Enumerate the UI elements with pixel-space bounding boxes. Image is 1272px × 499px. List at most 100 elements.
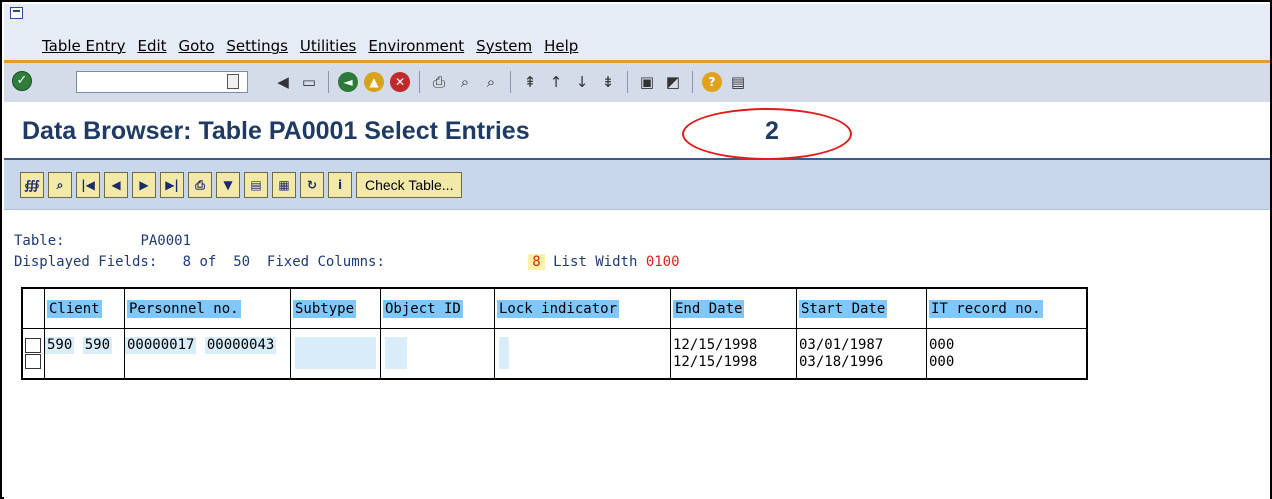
header-row: Client Personnel no. Subtype Object ID L…	[22, 288, 1087, 329]
table-cell[interactable]: 590	[45, 337, 75, 354]
back-icon[interactable]: ◀	[272, 71, 294, 93]
menu-edit[interactable]: Edit	[137, 37, 166, 55]
row-checkbox-cell	[22, 328, 45, 379]
enter-icon[interactable]: ✓	[12, 71, 32, 91]
toolbar-divider	[692, 71, 693, 93]
print-icon[interactable]: ⎙	[428, 71, 450, 93]
displayed-fields-value: 8	[182, 254, 192, 270]
start-date-cell: 03/01/1987 03/18/1996	[796, 328, 927, 379]
col-start-date[interactable]: Start Date	[796, 288, 927, 329]
col-personnel-no-label: Personnel no.	[127, 299, 241, 318]
col-client[interactable]: Client	[44, 288, 125, 329]
table-value: PA0001	[140, 233, 192, 249]
table-cell[interactable]: 590	[82, 337, 113, 354]
col-client-label: Client	[47, 299, 102, 318]
col-object-id-label: Object ID	[383, 299, 463, 318]
exit-icon[interactable]: ▲	[363, 71, 385, 93]
spreadsheet-icon[interactable]: ▦	[272, 172, 296, 198]
col-object-id[interactable]: Object ID	[380, 288, 495, 329]
table-cell[interactable]: 03/18/1996	[797, 354, 926, 371]
col-end-date[interactable]: End Date	[670, 288, 797, 329]
first-entry-icon[interactable]: |◀	[76, 172, 100, 198]
find-icon[interactable]: ⌕	[454, 71, 476, 93]
menu-bar: Table Entry Edit Goto Settings Utilities…	[4, 4, 1270, 60]
next-page-icon[interactable]: ↓	[571, 71, 593, 93]
previous-entry-icon[interactable]: ◀	[104, 172, 128, 198]
table-cell[interactable]: 03/01/1987	[797, 337, 926, 354]
table-cell[interactable]: 000	[927, 354, 1086, 371]
find-next-icon[interactable]: ⌕	[480, 71, 502, 93]
last-page-icon[interactable]: ⇟	[597, 71, 619, 93]
title-bar: Data Browser: Table PA0001 Select Entrie…	[4, 102, 1270, 160]
sap-window: Table Entry Edit Goto Settings Utilities…	[0, 0, 1272, 499]
table-label: Table:	[14, 233, 65, 249]
check-table-button[interactable]: Check Table...	[356, 172, 463, 198]
col-subtype-label: Subtype	[293, 299, 357, 318]
col-it-record-no[interactable]: IT record no.	[926, 288, 1087, 329]
print-list-icon[interactable]: ⎙	[188, 172, 212, 198]
of-value: 50	[233, 254, 251, 270]
content-area: Table: PA0001 Displayed Fields: 8 of 50 …	[4, 211, 1270, 499]
table-cell[interactable]: 00000043	[204, 337, 277, 354]
filter-icon[interactable]: ▼	[216, 172, 240, 198]
layout-icon[interactable]: ▤	[727, 71, 749, 93]
menu-items: Table Entry Edit Goto Settings Utilities…	[42, 37, 578, 55]
menu-utilities[interactable]: Utilities	[300, 37, 356, 55]
command-field[interactable]	[76, 71, 248, 93]
list-width-label: List Width	[553, 254, 638, 270]
entry-count: 2	[765, 117, 779, 145]
table-info-line: Table: PA0001	[14, 233, 191, 249]
fields-info-line: Displayed Fields: 8 of 50 Fixed Columns:…	[14, 254, 680, 270]
create-session-icon[interactable]: ▣	[636, 71, 658, 93]
list-width-value[interactable]: 0100	[646, 254, 680, 270]
refresh-icon[interactable]: ↻	[300, 172, 324, 198]
row-select-checkbox[interactable]	[25, 354, 41, 369]
end-date-cell: 12/15/1998 12/15/1998	[670, 328, 797, 379]
object-id-cell	[380, 328, 495, 379]
menu-goto[interactable]: Goto	[179, 37, 215, 55]
menu-settings[interactable]: Settings	[226, 37, 288, 55]
subtype-cell	[290, 328, 381, 379]
select-all-cell[interactable]	[22, 288, 45, 329]
table-cell[interactable]: 12/15/1998	[671, 337, 796, 354]
info-icon[interactable]: i	[328, 172, 352, 198]
key-highlight	[295, 337, 376, 369]
fixed-columns-value[interactable]: 8	[528, 254, 545, 270]
result-grid: Client Personnel no. Subtype Object ID L…	[21, 287, 1088, 380]
col-subtype[interactable]: Subtype	[290, 288, 381, 329]
row-select-checkbox[interactable]	[25, 338, 41, 353]
save-icon[interactable]: ▭	[298, 71, 320, 93]
back-nav-icon[interactable]: ◄	[337, 71, 359, 93]
application-toolbar: ∰ ⌕ |◀ ◀ ▶ ▶| ⎙ ▼ ▤ ▦ ↻ i Check Table...	[4, 160, 1270, 210]
standard-toolbar: ✓ ◀ ▭ ◄ ▲ ✕ ⎙ ⌕ ⌕ ⇞ ↑ ↓ ⇟ ▣ ◩ ? ▤	[4, 60, 1270, 102]
menu-table-entry[interactable]: Table Entry	[42, 37, 125, 55]
shortcut-icon[interactable]: ◩	[662, 71, 684, 93]
col-end-date-label: End Date	[673, 299, 745, 318]
toolbar-divider	[510, 71, 511, 93]
first-page-icon[interactable]: ⇞	[519, 71, 541, 93]
glasses-icon[interactable]: ∰	[20, 172, 44, 198]
table-cell[interactable]: 12/15/1998	[671, 354, 796, 371]
col-personnel-no[interactable]: Personnel no.	[124, 288, 291, 329]
table-cell[interactable]: 00000017	[125, 337, 197, 354]
command-history-icon[interactable]	[227, 74, 239, 89]
cancel-icon[interactable]: ✕	[389, 71, 411, 93]
next-entry-icon[interactable]: ▶	[132, 172, 156, 198]
col-lock-indicator[interactable]: Lock indicator	[494, 288, 671, 329]
menu-help[interactable]: Help	[544, 37, 578, 55]
previous-page-icon[interactable]: ↑	[545, 71, 567, 93]
detail-icon[interactable]: ⌕	[48, 172, 72, 198]
toolbar-divider	[627, 71, 628, 93]
menu-system[interactable]: System	[476, 37, 532, 55]
of-label: of	[199, 254, 217, 270]
help-icon[interactable]: ?	[701, 71, 723, 93]
fixed-columns-label: Fixed Columns:	[266, 254, 385, 270]
system-menu-icon[interactable]	[10, 7, 23, 19]
key-highlight	[385, 337, 407, 369]
export-icon[interactable]: ▤	[244, 172, 268, 198]
last-entry-icon[interactable]: ▶|	[160, 172, 184, 198]
menu-environment[interactable]: Environment	[368, 37, 464, 55]
client-cell: 590 590	[44, 328, 125, 379]
toolbar-divider	[328, 71, 329, 93]
table-cell[interactable]: 000	[927, 337, 1086, 354]
